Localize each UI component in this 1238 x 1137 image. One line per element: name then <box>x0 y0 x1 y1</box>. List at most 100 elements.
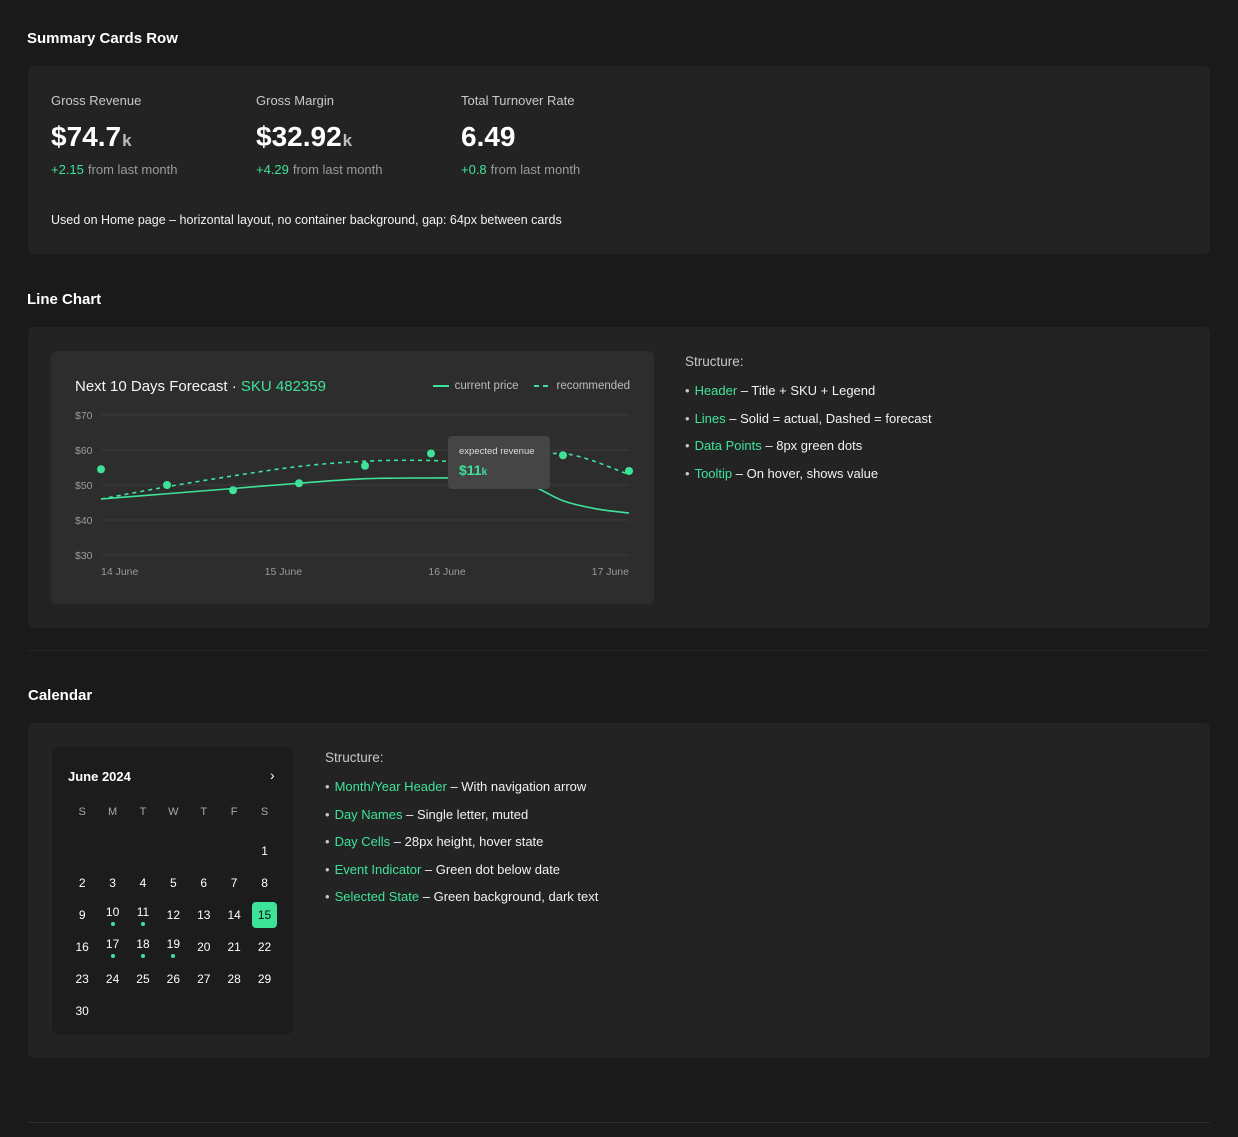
calendar-day[interactable]: 18 <box>128 931 158 963</box>
calendar-day-number: 27 <box>197 972 211 986</box>
calendar-day[interactable]: 12 <box>158 899 188 931</box>
legend-recommended[interactable]: recommended <box>534 380 630 392</box>
line-chart-panel: $70 $60 $50 $40 $30 14 June 15 June 16 June 17 J… <box>28 327 1210 628</box>
structure-item: • Header – Title + SKU + Legend <box>685 383 932 411</box>
structure-item-key: Data Points <box>694 438 762 453</box>
y-tick-label: $30 <box>75 550 93 562</box>
card-value: $32.92k <box>256 121 461 155</box>
summary-card-gross-revenue[interactable]: Gross Revenue $74.7k +2.15 from last mont… <box>51 93 256 180</box>
y-tick-label: $70 <box>75 410 93 422</box>
structure-item-desc: – 28px height, hover state <box>390 834 544 849</box>
card-value: 6.49 <box>461 121 666 155</box>
card-delta-text: from last month <box>87 162 178 177</box>
calendar-day-number: 8 <box>261 876 268 890</box>
calendar-section-title: Calendar <box>28 687 93 704</box>
summary-card-turnover-rate[interactable]: Total Turnover Rate 6.49 +0.8 from last m… <box>461 93 666 180</box>
calendar-day[interactable]: 30 <box>67 995 97 1027</box>
summary-section-title: Summary Cards Row <box>27 30 178 47</box>
calendar-day[interactable]: 2 <box>67 867 97 899</box>
structure-item-key: Selected State <box>334 889 420 904</box>
summary-card-gross-margin[interactable]: Gross Margin $32.92k +4.29 from last mont… <box>256 93 461 180</box>
chart-data-point <box>295 479 303 488</box>
tooltip-value: $11k <box>459 462 539 478</box>
structure-heading: Structure: <box>685 354 744 369</box>
calendar-day[interactable]: 13 <box>189 899 219 931</box>
calendar-day-number: 7 <box>230 876 238 890</box>
calendar-day-name: T <box>200 806 208 818</box>
calendar-day[interactable]: 27 <box>189 963 219 995</box>
calendar-day[interactable]: 5 <box>158 867 188 899</box>
calendar-day-name: M <box>108 806 118 818</box>
y-tick-label: $40 <box>75 515 93 527</box>
legend-current-price[interactable]: current price <box>432 380 518 392</box>
card-delta: +2.15 from last month <box>51 162 256 180</box>
tooltip-label: expected revenue <box>459 446 535 457</box>
card-value: $74.7k <box>51 121 256 155</box>
card-value-number: 6.49 <box>461 121 516 152</box>
calendar-day[interactable]: 19 <box>158 931 188 963</box>
calendar-day[interactable]: 6 <box>189 867 219 899</box>
calendar-day[interactable]: 23 <box>67 963 97 995</box>
summary-usage-note: Used on Home page – horizontal layout, n… <box>51 213 562 227</box>
calendar-day[interactable]: 1 <box>249 835 279 867</box>
calendar-day[interactable]: 11 <box>128 899 158 931</box>
calendar-day[interactable]: 28 <box>219 963 249 995</box>
legend-solid-swatch <box>432 385 449 387</box>
calendar-day[interactable]: 3 <box>97 867 127 899</box>
calendar-day[interactable]: 7 <box>219 867 249 899</box>
summary-panel: Gross Revenue $74.7k +2.15 from last mont… <box>28 66 1210 254</box>
calendar-day-name: S <box>260 806 269 818</box>
structure-item-key: Day Names <box>334 806 403 822</box>
structure-item-desc: – 8px green dots <box>761 438 863 453</box>
calendar-day[interactable]: 4 <box>128 867 158 899</box>
structure-item-desc: – With navigation arrow <box>446 779 587 794</box>
chart-title: Next 10 Days Forecast · SKU 482359 <box>75 378 326 395</box>
event-indicator-dot <box>140 954 145 958</box>
card-delta-text: from last month <box>490 162 581 177</box>
structure-item-desc: – On hover, shows value <box>732 465 879 481</box>
bullet: • <box>325 861 330 877</box>
bullet: • <box>325 889 330 904</box>
calendar-grid: S M T W T F S 1 2 3 4 5 6 7 8 9 10 11 12 13 14 15 16 17 18 19 20 21… <box>67 803 280 1027</box>
calendar-day-number: 24 <box>105 972 120 986</box>
calendar-day-number: 2 <box>78 876 86 890</box>
structure-item: • Event Indicator – Green dot below date <box>325 862 598 890</box>
calendar-day[interactable]: 22 <box>249 931 279 963</box>
card-label: Total Turnover Rate <box>461 93 575 108</box>
bullet: • <box>685 410 690 426</box>
calendar-day[interactable]: 26 <box>158 963 188 995</box>
calendar-day-name: F <box>230 806 238 818</box>
card-delta-text: from last month <box>292 162 383 177</box>
calendar-day-name: S <box>78 806 86 818</box>
calendar-structure: Structure: • Month/Year Header – With nav… <box>325 750 598 917</box>
calendar-empty-cell <box>158 835 188 867</box>
calendar-day-number: 9 <box>78 908 86 922</box>
calendar-day[interactable]: 9 <box>67 899 97 931</box>
calendar-day[interactable]: 14 <box>219 899 249 931</box>
structure-item: • Day Names – Single letter, muted <box>325 807 598 835</box>
calendar-day[interactable]: 29 <box>249 963 279 995</box>
structure-item-key: Event Indicator <box>334 861 422 877</box>
calendar-day[interactable]: 17 <box>97 931 127 963</box>
calendar-day[interactable]: 21 <box>219 931 249 963</box>
event-indicator-dot <box>110 922 115 926</box>
structure-list: • Header – Title + SKU + Legend • Lines – S… <box>685 383 932 493</box>
structure-item: • Lines – Solid = actual, Dashed = foreca… <box>685 411 932 439</box>
calendar-empty-cell <box>97 835 127 867</box>
calendar-day[interactable]: 25 <box>128 963 158 995</box>
calendar-day[interactable]: 20 <box>189 931 219 963</box>
chart-title-separator: · <box>227 378 241 395</box>
calendar-day[interactable]: 16 <box>67 931 97 963</box>
calendar-day[interactable]: 10 <box>97 899 127 931</box>
chart-data-point <box>229 486 237 495</box>
event-indicator-dot <box>171 954 176 958</box>
calendar-day-number: 4 <box>139 876 147 890</box>
calendar-day[interactable]: 8 <box>249 867 279 899</box>
bullet: • <box>685 438 690 453</box>
chevron-right-icon[interactable]: › <box>270 767 275 783</box>
structure-item-desc: – Green dot below date <box>421 861 561 877</box>
chart-data-point <box>361 461 369 470</box>
calendar-day[interactable]: 24 <box>97 963 127 995</box>
calendar-day-number: 23 <box>75 972 89 986</box>
calendar-day-selected[interactable]: 15 <box>249 899 279 931</box>
